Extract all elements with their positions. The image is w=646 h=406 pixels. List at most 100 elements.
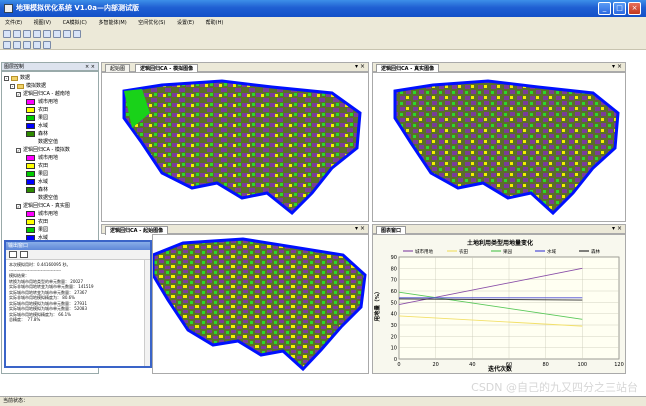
output-window-titlebar[interactable]: 输出窗口 xyxy=(6,242,150,250)
close-button[interactable]: × xyxy=(628,2,641,15)
legend-empty: 数据空值 xyxy=(38,195,59,201)
zoom-in-icon[interactable] xyxy=(33,29,41,38)
stop-icon[interactable] xyxy=(23,40,31,49)
pause-icon[interactable] xyxy=(13,40,21,49)
tree-root-label: 数据 xyxy=(20,75,31,81)
legend-swatch xyxy=(26,187,35,193)
menu-view[interactable]: 视图(V) xyxy=(29,17,56,28)
legend-item: 果园 xyxy=(4,226,96,234)
watermark: CSDN @自己的九又四分之三站台 xyxy=(471,381,638,394)
layer-panel-title: 图层控制 xyxy=(4,64,25,70)
legend-swatch xyxy=(26,219,35,225)
x-axis-label: 迭代次数 xyxy=(488,365,513,373)
layer-name: 逻辑回归CA - 真实图 xyxy=(23,203,70,209)
line-chart: 土地利用类型用地量变化 城市用地 农田 果园 水域 森林 0 10 20 30 40 50 60 70… xyxy=(373,235,625,373)
save-icon[interactable] xyxy=(13,29,21,38)
folder-icon xyxy=(17,83,24,89)
y-tick-label: 40 xyxy=(391,312,397,318)
menu-optimize[interactable]: 空间优化(S) xyxy=(133,17,170,28)
app-icon xyxy=(4,4,13,13)
output-window[interactable]: 输出窗口 本次模拟用时：0.44160095 秒。 ---------------… xyxy=(4,240,152,368)
y-tick-label: 70 xyxy=(391,278,397,284)
back-icon[interactable] xyxy=(73,29,81,38)
y-tick-label: 20 xyxy=(391,334,397,340)
legend-swatch xyxy=(26,211,35,217)
legend-swatch xyxy=(26,115,35,121)
menu-agent[interactable]: 多智能体(M) xyxy=(93,17,131,28)
legend-label: 果园 xyxy=(503,249,512,255)
pane-close-icon[interactable]: ▾ × xyxy=(355,225,365,232)
map-pane-start[interactable] xyxy=(152,234,369,374)
map-pane-real[interactable] xyxy=(372,72,626,222)
legend-swatch xyxy=(26,171,35,177)
tabbar-bottom-left: 逻辑回归CA - 起始图像 ▾ × xyxy=(101,224,369,235)
title-bar: 地理模拟优化系统 V1.0a—内部测试版 _ □ × xyxy=(0,0,646,17)
minimize-button[interactable]: _ xyxy=(598,2,611,15)
output-scrollbar[interactable] xyxy=(144,260,150,366)
zoom-out-icon[interactable] xyxy=(43,29,51,38)
legend-item: 农田 xyxy=(4,106,96,114)
map-real xyxy=(393,79,620,216)
map-pane-sim[interactable] xyxy=(101,72,369,222)
x-tick-label: 0 xyxy=(397,362,400,368)
chart-icon[interactable] xyxy=(43,40,51,49)
maximize-button[interactable]: □ xyxy=(613,2,626,15)
clear-icon[interactable] xyxy=(9,251,17,258)
menu-bar: 文件(E) 视图(V) CA模拟(C) 多智能体(M) 空间优化(S) 设置(E… xyxy=(0,17,646,28)
pane-close-icon[interactable]: ▾ × xyxy=(612,225,622,232)
layer-item[interactable]: ✓ 逻辑回归CA - 越南地 xyxy=(4,90,96,98)
legend-swatch xyxy=(26,179,35,185)
layer-item[interactable]: ✓ 逻辑回归CA - 真实图 xyxy=(4,202,96,210)
pane-close-icon[interactable]: ▾ × xyxy=(612,63,622,70)
x-tick-label: 20 xyxy=(432,362,438,368)
map-sim xyxy=(122,79,362,216)
status-text: 当前状态： xyxy=(3,398,29,404)
legend-item: 果园 xyxy=(4,114,96,122)
save-output-icon[interactable] xyxy=(20,251,28,258)
legend-swatch xyxy=(26,155,35,161)
layer-panel-header: 图层控制 × × xyxy=(1,62,99,71)
toolbar xyxy=(0,28,646,50)
tree-root[interactable]: - 数据 xyxy=(4,74,96,82)
layer-name: 逻辑回归CA - 越南地 xyxy=(23,91,70,97)
legend-swatch xyxy=(26,123,35,129)
legend-item: 农田 xyxy=(4,162,96,170)
tabbar-top-right: 逻辑回归CA - 真实图像 ▾ × xyxy=(372,62,626,73)
folder-icon xyxy=(11,75,18,81)
output-window-title: 输出窗口 xyxy=(8,243,29,249)
y-tick-label: 90 xyxy=(391,255,397,261)
menu-settings[interactable]: 设置(E) xyxy=(172,17,199,28)
legend-item: 森林 xyxy=(4,186,96,194)
menu-help[interactable]: 帮助(H) xyxy=(201,17,229,28)
menu-file[interactable]: 文件(E) xyxy=(0,17,27,28)
pan-icon[interactable] xyxy=(53,29,61,38)
open-icon[interactable] xyxy=(3,29,11,38)
x-tick-label: 40 xyxy=(469,362,475,368)
legend-item: 森林 xyxy=(4,130,96,138)
map-start xyxy=(153,237,367,372)
legend-item: 城市用地 xyxy=(4,154,96,162)
legend-swatch xyxy=(26,131,35,137)
pane-close-icon[interactable]: ▾ × xyxy=(355,63,365,70)
layer-item[interactable]: ✓ 逻辑回归CA - 模拟数 xyxy=(4,146,96,154)
menu-ca[interactable]: CA模拟(C) xyxy=(58,17,92,28)
output-toolbar xyxy=(6,250,150,260)
tree-group-label: 模拟数据 xyxy=(26,83,47,89)
legend-label: 农田 xyxy=(459,248,468,255)
panel-close-icon[interactable]: × × xyxy=(85,63,95,71)
y-tick-label: 60 xyxy=(391,289,397,295)
chart-title: 土地利用类型用地量变化 xyxy=(467,239,533,247)
output-text: 本次模拟用时：0.44160095 秒。 --------------------… xyxy=(9,262,94,322)
y-axis-label: 用地量（%） xyxy=(373,288,381,322)
print-icon[interactable] xyxy=(23,29,31,38)
legend-swatch xyxy=(26,99,35,105)
full-extent-icon[interactable] xyxy=(63,29,71,38)
tree-group[interactable]: - 模拟数据 xyxy=(4,82,96,90)
window-title: 地理模拟优化系统 V1.0a—内部测试版 xyxy=(16,4,139,12)
legend-swatch xyxy=(26,163,35,169)
legend-item: 城市用地 xyxy=(4,98,96,106)
y-tick-label: 50 xyxy=(391,300,397,306)
step-icon[interactable] xyxy=(33,40,41,49)
run-icon[interactable] xyxy=(3,40,11,49)
chart-pane: 土地利用类型用地量变化 城市用地 农田 果园 水域 森林 0 10 20 30 40 50 60 70… xyxy=(372,234,626,374)
